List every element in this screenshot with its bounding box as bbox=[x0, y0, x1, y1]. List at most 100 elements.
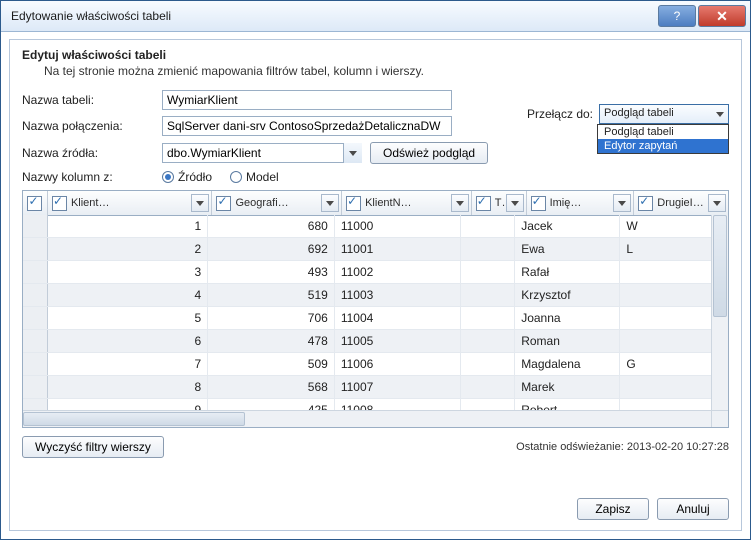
cell-klient: 3 bbox=[48, 261, 209, 283]
connection-input[interactable] bbox=[162, 116, 452, 136]
cell-t bbox=[461, 261, 515, 283]
col-t[interactable]: T… bbox=[472, 191, 527, 215]
cell-geo: 519 bbox=[208, 284, 335, 306]
cell-t bbox=[461, 215, 515, 237]
col-imie[interactable]: Imię… bbox=[527, 191, 635, 215]
cell-drugie: W bbox=[620, 215, 712, 237]
scrollbar-thumb[interactable] bbox=[713, 215, 727, 317]
cell-klient: 7 bbox=[48, 353, 209, 375]
radio-icon bbox=[230, 171, 242, 183]
checkbox-icon bbox=[52, 196, 67, 211]
titlebar: Edytowanie właściwości tabeli ? ✕ bbox=[1, 1, 750, 32]
col-drugie[interactable]: DrugieI… bbox=[634, 191, 728, 215]
panel-heading: Edytuj właściwości tabeli bbox=[22, 48, 729, 62]
row-header bbox=[23, 215, 48, 237]
cell-t bbox=[461, 353, 515, 375]
table-name-input[interactable] bbox=[162, 90, 452, 110]
cell-t bbox=[461, 376, 515, 398]
cell-klientn: 11001 bbox=[335, 238, 462, 260]
cell-geo: 478 bbox=[208, 330, 335, 352]
cell-imie: Roman bbox=[515, 330, 620, 352]
horizontal-scrollbar[interactable] bbox=[23, 410, 712, 427]
col-klient[interactable]: Klient… bbox=[48, 191, 213, 215]
cell-klientn: 11005 bbox=[335, 330, 462, 352]
col-klientn[interactable]: KlientN… bbox=[342, 191, 472, 215]
cell-imie: Rafał bbox=[515, 261, 620, 283]
cell-geo: 706 bbox=[208, 307, 335, 329]
colfrom-label: Nazwy kolumn z: bbox=[22, 170, 162, 184]
panel-sub: Na tej stronie można zmienić mapowania f… bbox=[44, 64, 729, 78]
radio-model[interactable]: Model bbox=[230, 170, 279, 184]
vertical-scrollbar[interactable] bbox=[711, 215, 728, 411]
cell-klient: 5 bbox=[48, 307, 209, 329]
switch-option-query[interactable]: Edytor zapytań bbox=[598, 139, 728, 153]
table-row[interactable]: 750911006MagdalenaG bbox=[23, 353, 712, 376]
cell-imie: Jacek bbox=[515, 215, 620, 237]
cell-klient: 8 bbox=[48, 376, 209, 398]
last-refresh-status: Ostatnie odświeżanie: 2013-02-20 10:27:2… bbox=[516, 441, 729, 453]
row-header bbox=[23, 261, 48, 283]
cell-geo: 493 bbox=[208, 261, 335, 283]
scrollbar-thumb[interactable] bbox=[23, 412, 245, 426]
source-combo-input[interactable] bbox=[162, 143, 362, 163]
table-name-label: Nazwa tabeli: bbox=[22, 93, 162, 107]
cell-drugie: G bbox=[620, 353, 712, 375]
clear-filters-button[interactable]: Wyczyść filtry wierszy bbox=[22, 436, 164, 458]
table-row[interactable]: 647811005 Roman bbox=[23, 330, 712, 353]
cell-klientn: 11004 bbox=[335, 307, 462, 329]
table-row[interactable]: 168011000JacekW bbox=[23, 215, 712, 238]
save-button[interactable]: Zapisz bbox=[577, 498, 649, 520]
switch-option-preview[interactable]: Podgląd tabeli bbox=[598, 125, 728, 139]
cell-imie: Ewa bbox=[515, 238, 620, 260]
row-header bbox=[23, 307, 48, 329]
cell-klientn: 11006 bbox=[335, 353, 462, 375]
chevron-down-icon bbox=[343, 143, 362, 163]
cell-t bbox=[461, 284, 515, 306]
row-header bbox=[23, 376, 48, 398]
filter-icon[interactable] bbox=[708, 194, 726, 212]
cell-t bbox=[461, 330, 515, 352]
checkbox-icon bbox=[346, 196, 361, 211]
cell-klient: 2 bbox=[48, 238, 209, 260]
row-header bbox=[23, 330, 48, 352]
table-row[interactable]: 349311002 Rafał bbox=[23, 261, 712, 284]
filter-icon[interactable] bbox=[613, 194, 631, 212]
checkbox-icon bbox=[216, 196, 231, 211]
grid-header: Klient… Geografi… KlientN… T… Imię… Drug… bbox=[23, 191, 728, 216]
cell-geo: 692 bbox=[208, 238, 335, 260]
close-button[interactable]: ✕ bbox=[698, 5, 746, 27]
filter-icon[interactable] bbox=[451, 194, 469, 212]
cell-geo: 568 bbox=[208, 376, 335, 398]
select-all-header[interactable] bbox=[23, 191, 48, 215]
table-row[interactable]: 269211001EwaL bbox=[23, 238, 712, 261]
switch-label: Przełącz do: bbox=[527, 107, 593, 121]
cell-klient: 6 bbox=[48, 330, 209, 352]
switch-combo[interactable]: Podgląd tabeli bbox=[599, 104, 729, 124]
row-header bbox=[23, 353, 48, 375]
cell-imie: Joanna bbox=[515, 307, 620, 329]
connection-label: Nazwa połączenia: bbox=[22, 119, 162, 133]
switch-dropdown: Podgląd tabeli Edytor zapytań bbox=[597, 124, 729, 154]
table-row[interactable]: 570611004 Joanna bbox=[23, 307, 712, 330]
checkbox-icon bbox=[531, 196, 546, 211]
source-combo[interactable] bbox=[162, 143, 362, 163]
filter-icon[interactable] bbox=[321, 194, 339, 212]
help-button[interactable]: ? bbox=[658, 5, 696, 27]
refresh-button[interactable]: Odśwież podgląd bbox=[370, 142, 488, 164]
radio-source[interactable]: Źródło bbox=[162, 170, 212, 184]
cell-klientn: 11002 bbox=[335, 261, 462, 283]
filter-icon[interactable] bbox=[191, 194, 209, 212]
chevron-down-icon bbox=[712, 105, 728, 123]
table-row[interactable]: 856811007Marek bbox=[23, 376, 712, 399]
cell-imie: Marek bbox=[515, 376, 620, 398]
cell-klientn: 11003 bbox=[335, 284, 462, 306]
cell-drugie bbox=[620, 261, 712, 283]
main-panel: Edytuj właściwości tabeli Na tej stronie… bbox=[9, 39, 742, 531]
cell-klientn: 11000 bbox=[335, 215, 462, 237]
cell-klient: 1 bbox=[48, 215, 209, 237]
source-label: Nazwa źródła: bbox=[22, 146, 162, 160]
table-row[interactable]: 451911003Krzysztof bbox=[23, 284, 712, 307]
filter-icon[interactable] bbox=[506, 194, 524, 212]
col-geografi[interactable]: Geografi… bbox=[212, 191, 342, 215]
cancel-button[interactable]: Anuluj bbox=[657, 498, 729, 520]
